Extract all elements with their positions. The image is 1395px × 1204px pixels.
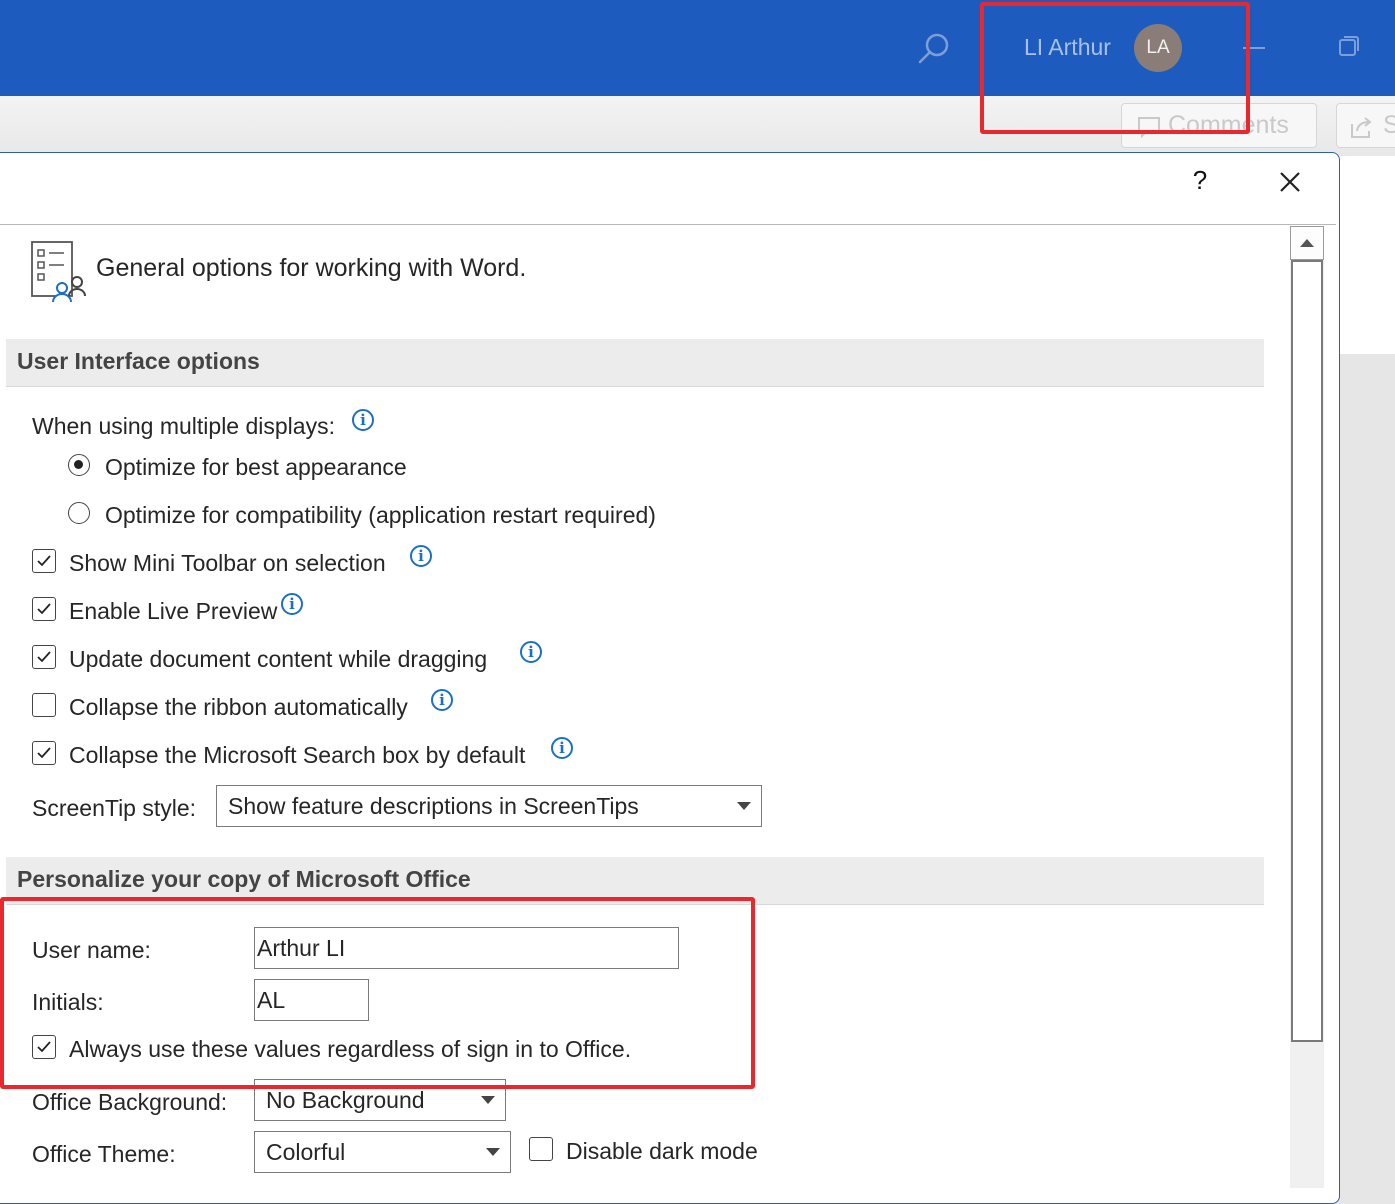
checkbox-disable-dark-mode-label[interactable]: Disable dark mode (566, 1138, 758, 1165)
checkbox-update-dragging[interactable] (32, 645, 56, 669)
checkmark-icon (37, 555, 51, 567)
office-background-label: Office Background: (32, 1089, 228, 1115)
checkbox-collapse-ribbon-label[interactable]: Collapse the ribbon automatically (69, 694, 408, 721)
checkbox-disable-dark-mode[interactable] (529, 1137, 553, 1161)
multiple-displays-label: When using multiple displays: (32, 413, 335, 439)
dialog-title-separator (0, 224, 1336, 225)
radio-compatibility[interactable] (68, 502, 90, 524)
checkbox-live-preview[interactable] (32, 597, 56, 621)
help-button[interactable]: ? (1185, 160, 1215, 200)
checkmark-icon (37, 603, 51, 615)
scroll-up-button[interactable] (1290, 226, 1324, 260)
info-icon[interactable]: i (281, 593, 303, 615)
info-icon[interactable]: i (520, 641, 542, 663)
chevron-down-icon (737, 802, 751, 810)
checkbox-mini-toolbar[interactable] (32, 549, 56, 573)
share-button[interactable]: S (1336, 103, 1395, 148)
checkmark-icon (37, 747, 51, 759)
chevron-down-icon (481, 1096, 495, 1104)
section-header-ui: User Interface options (6, 339, 1264, 387)
scrollbar-thumb[interactable] (1291, 260, 1323, 1042)
page-title: General options for working with Word. (96, 254, 527, 282)
screentip-value: Show feature descriptions in ScreenTips (228, 793, 639, 819)
checkbox-collapse-ribbon[interactable] (32, 693, 56, 717)
checkbox-live-preview-label[interactable]: Enable Live Preview (69, 598, 277, 625)
checkbox-update-dragging-label[interactable]: Update document content while dragging (69, 646, 487, 673)
highlight-box-account (980, 2, 1250, 134)
info-icon[interactable]: i (410, 545, 432, 567)
document-page (1335, 156, 1395, 354)
info-icon[interactable]: i (352, 409, 374, 431)
info-icon[interactable]: i (551, 737, 573, 759)
checkbox-collapse-search[interactable] (32, 741, 56, 765)
section-title-ui: User Interface options (17, 348, 260, 374)
share-icon (1351, 117, 1372, 138)
section-title-personalize: Personalize your copy of Microsoft Offic… (17, 866, 471, 892)
office-theme-value: Colorful (266, 1139, 346, 1165)
office-theme-label: Office Theme: (32, 1141, 176, 1167)
share-label: S (1383, 111, 1395, 139)
radio-compatibility-label[interactable]: Optimize for compatibility (application … (105, 502, 656, 529)
screentip-dropdown[interactable]: Show feature descriptions in ScreenTips (216, 785, 762, 827)
screentip-label: ScreenTip style: (32, 795, 197, 821)
checkbox-mini-toolbar-label[interactable]: Show Mini Toolbar on selection (69, 550, 386, 577)
close-icon[interactable] (1272, 164, 1308, 200)
checkmark-icon (37, 651, 51, 663)
office-theme-dropdown[interactable]: Colorful (254, 1131, 511, 1173)
general-options-icon (31, 241, 86, 303)
highlight-box-personalize (0, 897, 755, 1089)
office-background-value: No Background (266, 1087, 425, 1113)
info-icon[interactable]: i (431, 689, 453, 711)
chevron-down-icon (486, 1148, 500, 1156)
radio-best-appearance[interactable] (68, 454, 90, 476)
radio-best-appearance-label[interactable]: Optimize for best appearance (105, 454, 407, 481)
restore-icon[interactable] (1335, 30, 1365, 66)
checkbox-collapse-search-label[interactable]: Collapse the Microsoft Search box by def… (69, 742, 525, 769)
chevron-up-icon (1300, 239, 1314, 247)
search-icon[interactable] (914, 30, 954, 70)
